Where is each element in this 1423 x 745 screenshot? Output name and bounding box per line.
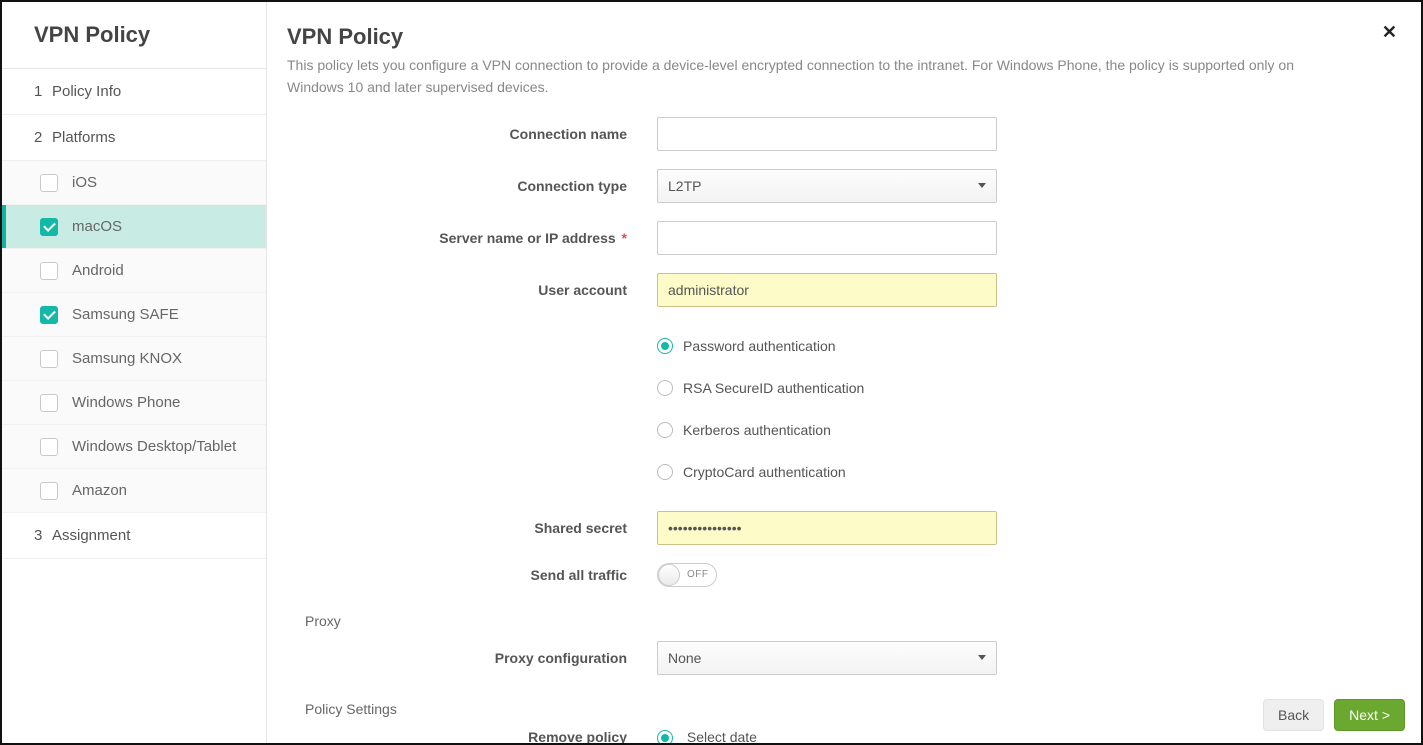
main-content: ✕ VPN Policy This policy lets you config…	[267, 2, 1421, 743]
radio-label: Select date	[687, 729, 757, 743]
sidebar-platform-macos[interactable]: macOS	[2, 205, 266, 249]
label-text: Server name or IP address	[439, 230, 615, 246]
sidebar-sub-label: iOS	[72, 174, 97, 191]
label-connection-type: Connection type	[287, 178, 657, 194]
connection-type-select[interactable]: L2TP	[657, 169, 997, 203]
label-server-name: Server name or IP address *	[287, 230, 657, 246]
server-name-input[interactable]	[657, 221, 997, 255]
sidebar-step-policy-info[interactable]: 1 Policy Info	[2, 69, 266, 115]
radio-icon[interactable]	[657, 380, 673, 396]
sidebar-title: VPN Policy	[34, 22, 242, 48]
page-title: VPN Policy	[287, 24, 1391, 50]
label-send-all-traffic: Send all traffic	[287, 567, 657, 583]
page-description: This policy lets you configure a VPN con…	[287, 54, 1317, 99]
sidebar-platform-ios[interactable]: iOS	[2, 161, 266, 205]
step-label: Assignment	[52, 527, 130, 544]
shared-secret-input[interactable]	[657, 511, 997, 545]
sidebar-step-assignment[interactable]: 3 Assignment	[2, 513, 266, 559]
checkbox-icon[interactable]	[40, 350, 58, 368]
select-value: L2TP	[668, 178, 701, 194]
proxy-config-select[interactable]: None	[657, 641, 997, 675]
sidebar-sub-label: Samsung KNOX	[72, 350, 182, 367]
checkbox-icon[interactable]	[40, 394, 58, 412]
sidebar-platform-amazon[interactable]: Amazon	[2, 469, 266, 513]
checkbox-icon[interactable]	[40, 306, 58, 324]
label-shared-secret: Shared secret	[287, 520, 657, 536]
label-proxy-config: Proxy configuration	[287, 650, 657, 666]
select-value: None	[668, 650, 701, 666]
auth-option-password[interactable]: Password authentication	[657, 325, 1391, 367]
sidebar-sub-label: Windows Phone	[72, 394, 180, 411]
radio-label: Kerberos authentication	[683, 422, 831, 438]
checkbox-icon[interactable]	[40, 174, 58, 192]
sidebar-platform-android[interactable]: Android	[2, 249, 266, 293]
step-label: Platforms	[52, 129, 115, 146]
toggle-state-label: OFF	[687, 569, 709, 580]
radio-label: RSA SecureID authentication	[683, 380, 864, 396]
section-policy-settings: Policy Settings	[287, 693, 1391, 729]
close-icon[interactable]: ✕	[1382, 22, 1397, 43]
footer-actions: Back Next >	[1263, 699, 1405, 731]
label-connection-name: Connection name	[287, 126, 657, 142]
step-number: 1	[34, 83, 52, 100]
checkbox-icon[interactable]	[40, 218, 58, 236]
sidebar-platform-samsung-safe[interactable]: Samsung SAFE	[2, 293, 266, 337]
sidebar-sub-label: macOS	[72, 218, 122, 235]
auth-radio-group: Password authentication RSA SecureID aut…	[657, 325, 1391, 493]
auth-option-kerberos[interactable]: Kerberos authentication	[657, 409, 1391, 451]
radio-icon[interactable]	[657, 464, 673, 480]
sidebar-platform-windows-phone[interactable]: Windows Phone	[2, 381, 266, 425]
required-marker: *	[622, 230, 627, 246]
user-account-input[interactable]	[657, 273, 997, 307]
checkbox-icon[interactable]	[40, 438, 58, 456]
radio-icon[interactable]	[657, 730, 673, 743]
step-label: Policy Info	[52, 83, 121, 100]
toggle-knob-icon	[658, 564, 680, 586]
auth-option-rsa[interactable]: RSA SecureID authentication	[657, 367, 1391, 409]
back-button[interactable]: Back	[1263, 699, 1324, 731]
sidebar-sub-label: Amazon	[72, 482, 127, 499]
sidebar: VPN Policy 1 Policy Info 2 Platforms iOS…	[2, 2, 267, 743]
checkbox-icon[interactable]	[40, 482, 58, 500]
sidebar-platform-samsung-knox[interactable]: Samsung KNOX	[2, 337, 266, 381]
connection-name-input[interactable]	[657, 117, 997, 151]
checkbox-icon[interactable]	[40, 262, 58, 280]
sidebar-sub-label: Windows Desktop/Tablet	[72, 438, 236, 455]
step-number: 2	[34, 129, 52, 146]
radio-icon[interactable]	[657, 422, 673, 438]
label-user-account: User account	[287, 282, 657, 298]
section-proxy: Proxy	[287, 605, 1391, 641]
step-number: 3	[34, 527, 52, 544]
send-all-traffic-toggle[interactable]: OFF	[657, 563, 717, 587]
radio-label: CryptoCard authentication	[683, 464, 846, 480]
radio-label: Password authentication	[683, 338, 836, 354]
sidebar-sub-label: Samsung SAFE	[72, 306, 179, 323]
sidebar-sub-label: Android	[72, 262, 124, 279]
chevron-down-icon	[978, 183, 986, 188]
sidebar-platform-windows-desktop[interactable]: Windows Desktop/Tablet	[2, 425, 266, 469]
auth-option-cryptocard[interactable]: CryptoCard authentication	[657, 451, 1391, 493]
radio-icon[interactable]	[657, 338, 673, 354]
sidebar-step-platforms[interactable]: 2 Platforms	[2, 115, 266, 161]
sidebar-header: VPN Policy	[2, 2, 266, 69]
chevron-down-icon	[978, 655, 986, 660]
label-remove-policy: Remove policy	[287, 729, 657, 743]
next-button[interactable]: Next >	[1334, 699, 1405, 731]
